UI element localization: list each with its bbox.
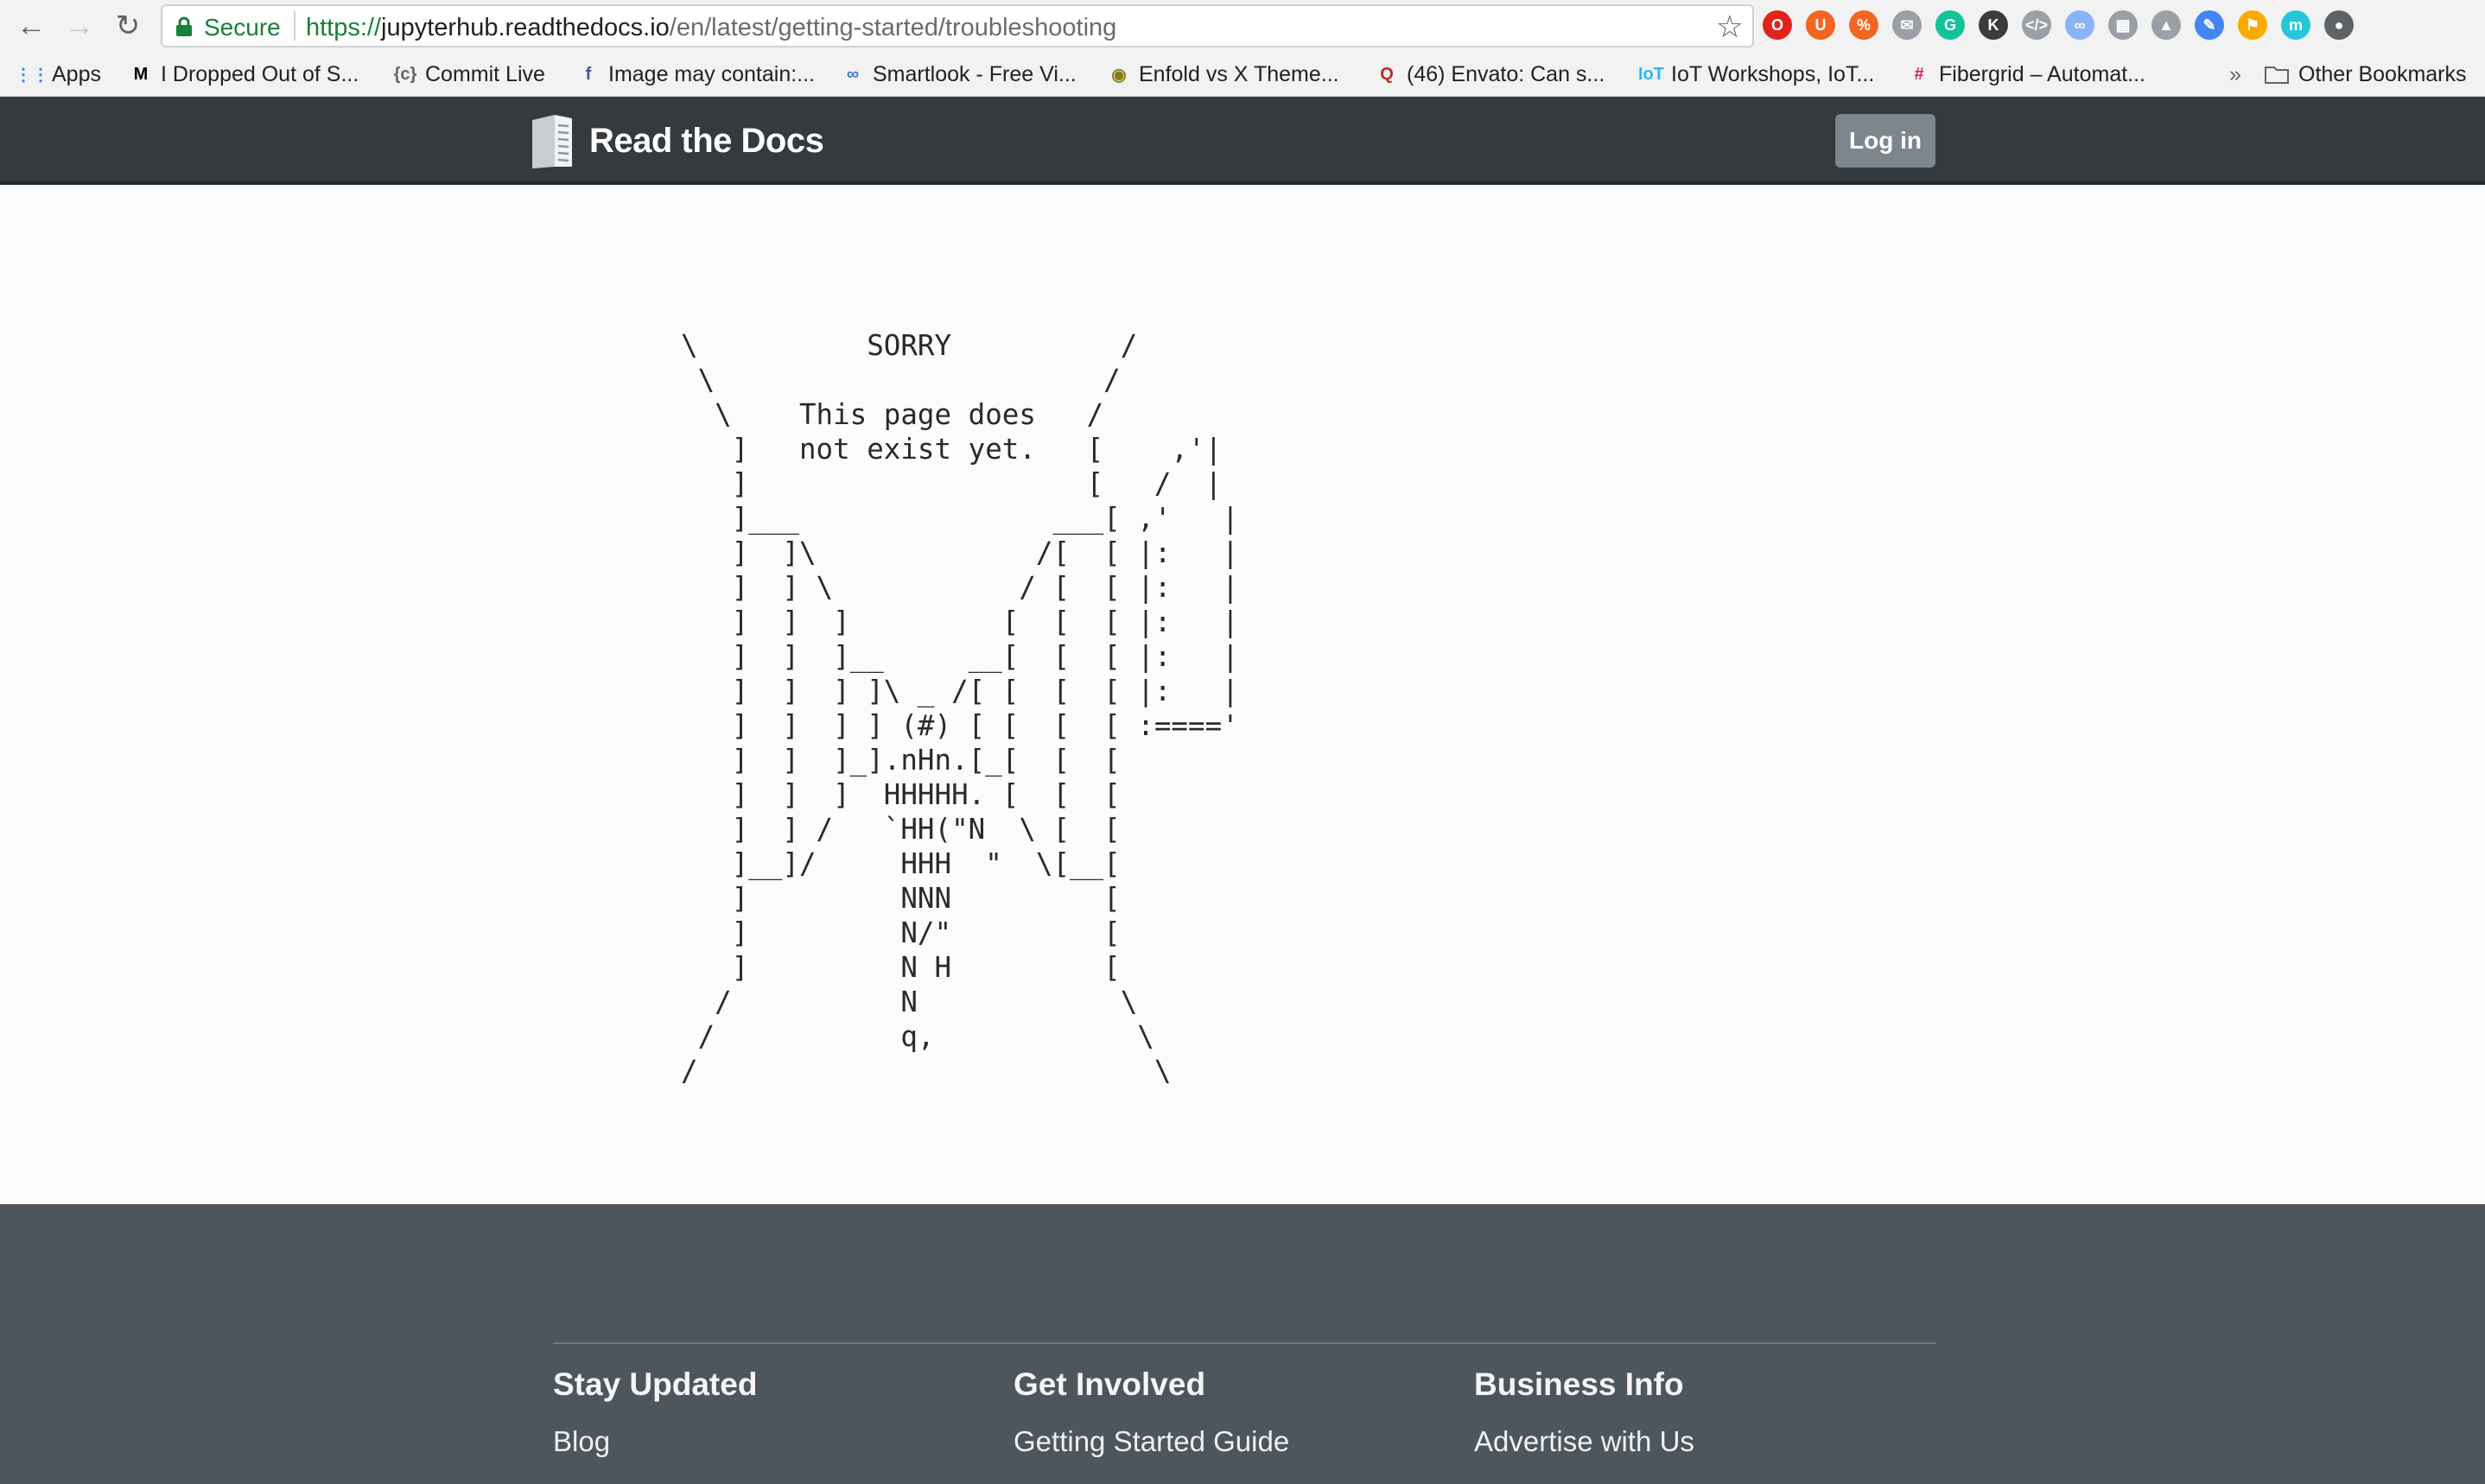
flag-icon[interactable]: ⚑ [2238,10,2267,40]
bookmark-item[interactable]: Q (46) Envato: Can s... [1374,59,1605,90]
site-logo[interactable]: Read the Docs [529,111,824,171]
footer-link-advertise-with-us[interactable]: Advertise with Us [1474,1425,1923,1458]
url-host: jupyterhub.readthedocs.io [381,14,670,41]
bookmark-item[interactable]: {c} Commit Live [392,59,545,90]
footer-column-get-involved: Get Involved Getting Started Guide [1014,1367,1463,1484]
other-bookmarks-label: Other Bookmarks [2298,61,2467,86]
address-bar[interactable]: Secure https://jupyterhub.readthedocs.io… [161,4,1754,48]
bookmark-item[interactable]: M I Dropped Out of S... [128,59,359,90]
footer-column-stay-updated: Stay Updated Blog [553,1367,1002,1484]
site-header: Read the Docs Log in [0,97,2485,185]
iot-icon: IoT [1638,64,1664,84]
url-text[interactable]: https://jupyterhub.readthedocs.io/en/lat… [306,14,1116,42]
commit-live-icon: {c} [393,64,417,84]
k-icon[interactable]: K [1979,10,2008,40]
drop-icon[interactable]: ● [2324,10,2354,40]
bookmarks-bar: ⋮⋮ Apps M I Dropped Out of S... {c} Commit Li… [0,52,2485,97]
bookmark-item[interactable]: ∞ Smartlook - Free Vi... [840,59,1077,90]
bookmark-label: Image may contain:... [608,61,816,86]
drive-icon[interactable]: ▲ [2151,10,2181,40]
ubuntu-icon[interactable]: U [1806,10,1835,40]
apps-grid-icon: ⋮⋮ [15,65,49,85]
bookmark-item[interactable]: ◉ Enfold vs X Theme... [1106,59,1339,90]
other-bookmarks-folder[interactable]: Other Bookmarks [2262,59,2467,90]
bookmark-label: IoT Workshops, IoT... [1671,61,1875,86]
medium-icon: M [133,64,149,84]
facebook-icon: f [585,64,592,84]
eyedropper-icon[interactable]: ✎ [2195,10,2224,40]
link-icon[interactable]: ∞ [2065,10,2094,40]
main-content: \ SORRY / \ / \ This page does / ] not e… [0,187,2485,1204]
error-ascii-art: \ SORRY / \ / \ This page does / ] not e… [681,329,1239,1088]
reload-icon[interactable]: ↻ [109,7,147,45]
url-scheme: https:// [306,14,382,41]
footer-heading: Get Involved [1014,1367,1206,1402]
footer-column-business-info: Business Info Advertise with Us [1474,1367,1923,1484]
bookmark-item[interactable]: IoT IoT Workshops, IoT... [1638,59,1874,90]
enfold-icon: ◉ [1111,65,1127,85]
secure-label: Secure [204,14,281,41]
footer-heading: Stay Updated [553,1367,758,1402]
footer-link-getting-started-guide[interactable]: Getting Started Guide [1014,1425,1463,1458]
lock-icon [176,16,192,36]
quora-icon: Q [1380,64,1394,84]
inbox-icon[interactable]: ✉ [1892,10,1922,40]
back-arrow-icon[interactable]: ← [12,7,50,45]
footer-divider [553,1342,1935,1344]
forward-arrow-icon[interactable]: → [60,7,99,45]
slack-icon: # [1914,64,1924,84]
browser-toolbar: ← → ↻ Secure https://jupyterhub.readthed… [0,0,2485,52]
bookmark-label: (46) Envato: Can s... [1407,61,1605,86]
bookmark-label: Smartlook - Free Vi... [873,61,1077,86]
login-button[interactable]: Log in [1835,114,1935,168]
bookmark-item[interactable]: f Image may contain:... [575,59,815,90]
footer-heading: Business Info [1474,1367,1684,1402]
site-footer: Stay Updated Blog Get Involved Getting S… [0,1204,2485,1484]
site-title: Read the Docs [589,121,824,160]
bookmark-item[interactable]: ⋮⋮ Apps [15,59,101,90]
grammarly-icon[interactable]: G [1935,10,1965,40]
m-icon[interactable]: m [2281,10,2310,40]
book-icon [532,115,572,168]
smartlook-icon: ∞ [846,64,860,84]
bookmark-label: Fibergrid – Automat... [1939,61,2146,86]
bookmark-item[interactable]: # Fibergrid – Automat... [1906,59,2145,90]
bookmark-label: Enfold vs X Theme... [1139,61,1339,86]
code-icon[interactable]: </> [2022,10,2051,40]
extension-icons: O U% ✉ G K </> ∞ ▦ ▲ ✎ ⚑ m ● [1763,10,2354,41]
bookmark-label: Apps [52,61,101,86]
url-separator [294,11,296,41]
bookmarks-overflow-button[interactable]: » [2229,59,2241,90]
bookmark-label: I Dropped Out of S... [161,61,359,86]
footer-link-blog[interactable]: Blog [553,1425,1002,1458]
grid-icon[interactable]: ▦ [2108,10,2138,40]
bookmark-label: Commit Live [425,61,545,86]
url-path: /en/latest/getting-started/troubleshooti… [669,14,1117,41]
bookmark-star-icon[interactable]: ☆ [1716,10,1744,44]
stackshare-icon[interactable]: % [1849,10,1878,40]
folder-icon [2265,67,2289,84]
opera-icon[interactable]: O [1763,10,1792,40]
